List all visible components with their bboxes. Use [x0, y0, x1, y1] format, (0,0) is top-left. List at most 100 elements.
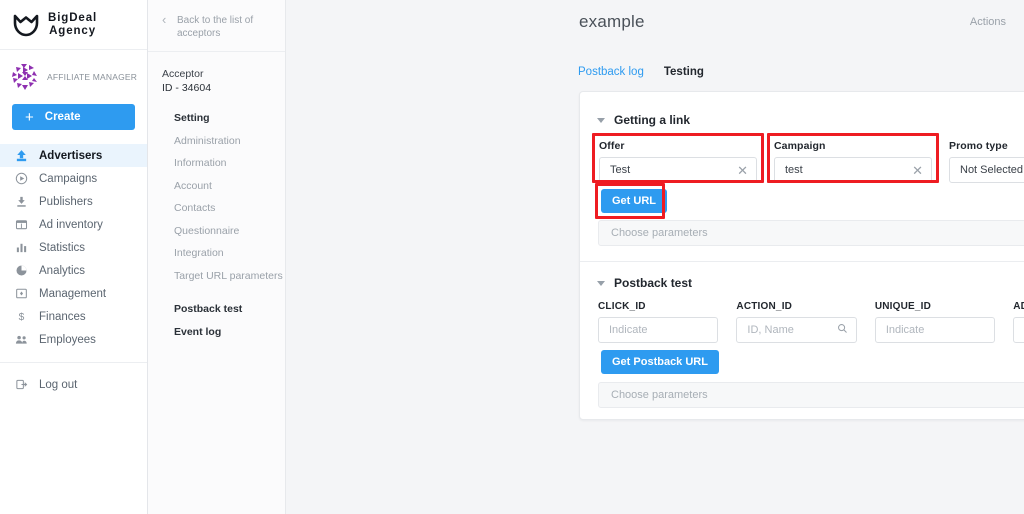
campaign-field-group: Campaign test ✕ [774, 140, 932, 183]
acceptor-id: ID - 34604 [162, 82, 212, 94]
briefcase-icon [14, 287, 28, 301]
profile-block[interactable]: AFFILIATE MANAGER [0, 50, 147, 102]
back-to-acceptors-link[interactable]: ‹ Back to the list of acceptors [148, 0, 285, 52]
sidebar-item-analytics[interactable]: Analytics [0, 259, 147, 282]
acceptor-title: Acceptor [162, 68, 204, 80]
postback-parameters-input[interactable]: Choose parameters [598, 382, 1024, 408]
sidebar-item-label: Publishers [39, 195, 93, 208]
bar-chart-icon [14, 241, 28, 255]
getting-a-link-header: Getting a link [597, 113, 690, 127]
testing-card: Getting a link Offer Test ✕ Campaign tes… [579, 91, 1024, 420]
acceptor-menu: Setting Administration Information Accou… [148, 107, 285, 343]
action-id-group: ACTION_ID ID, Name [736, 301, 857, 343]
offer-value: Test [610, 164, 631, 176]
create-button[interactable]: + Create [12, 104, 135, 130]
sidebar-item-label: Finances [39, 310, 86, 323]
main-content: example Actions Postback log Testing Get… [286, 0, 1024, 514]
logout-icon [14, 378, 28, 392]
content-tabs: Postback log Testing [578, 66, 704, 78]
sidebar-item-finances[interactable]: $ Finances [0, 305, 147, 328]
sidebar-item-label: Statistics [39, 241, 86, 254]
campaign-value: test [785, 164, 803, 176]
unique-id-group: UNIQUE_ID Indicate [874, 301, 996, 343]
sidebar-divider [0, 362, 147, 363]
tab-postback-log[interactable]: Postback log [578, 66, 644, 78]
tab-testing[interactable]: Testing [664, 66, 704, 78]
promo-type-value: Not Selected [960, 164, 1023, 176]
profile-role-label: AFFILIATE MANAGER [47, 71, 138, 82]
pie-chart-icon [14, 264, 28, 278]
getting-a-link-title: Getting a link [614, 113, 691, 127]
subnav-item-event-log[interactable]: Event log [174, 321, 285, 344]
dollar-icon: $ [14, 310, 28, 324]
sidebar-item-employees[interactable]: Employees [0, 328, 147, 351]
action-id-input[interactable]: ID, Name [736, 317, 857, 343]
click-id-input[interactable]: Indicate [598, 317, 719, 343]
promo-type-select[interactable]: Not Selected [949, 157, 1024, 183]
subnav-item-questionnaire[interactable]: Questionnaire [174, 220, 285, 243]
plus-icon: + [25, 108, 34, 126]
action-id-placeholder: ID, Name [747, 324, 794, 336]
acceptor-info: Acceptor ID - 34604 [148, 52, 285, 95]
acceptor-subnav: ‹ Back to the list of acceptors Acceptor… [148, 0, 286, 514]
subnav-item-integration[interactable]: Integration [174, 242, 285, 265]
actions-menu-link[interactable]: Actions [970, 16, 1006, 28]
subnav-item-postback-test[interactable]: Postback test [174, 298, 285, 321]
close-icon[interactable]: ✕ [737, 164, 748, 177]
create-button-label: Create [44, 111, 81, 123]
campaign-input[interactable]: test ✕ [774, 157, 932, 183]
subnav-item-administration[interactable]: Administration [174, 130, 285, 153]
campaign-label: Campaign [774, 140, 826, 152]
sidebar-nav: Advertisers Campaigns Publishers Ad inve… [0, 144, 147, 396]
offer-label: Offer [599, 140, 625, 152]
sidebar-item-advertisers[interactable]: Advertisers [0, 144, 147, 167]
action-id-label: ACTION_ID [736, 301, 793, 312]
sidebar-item-statistics[interactable]: Statistics [0, 236, 147, 259]
sidebar-item-publishers[interactable]: Publishers [0, 190, 147, 213]
click-id-group: CLICK_ID Indicate [598, 301, 719, 343]
click-id-label: CLICK_ID [598, 301, 646, 312]
app-root: BigDeal Agency AFFILIATE MANAGER + Creat… [0, 0, 1024, 514]
link-parameters-input[interactable]: Choose parameters [598, 220, 1024, 246]
collapse-caret-icon[interactable] [597, 117, 605, 123]
unique-id-input[interactable]: Indicate [874, 317, 996, 343]
brand-name: BigDeal Agency [48, 11, 98, 37]
offer-input[interactable]: Test ✕ [599, 157, 757, 183]
shield-logo-icon [13, 13, 39, 37]
advertising-cost-group: ADVERTISING_COST Indicate [1013, 301, 1024, 343]
chevron-left-icon: ‹ [162, 12, 167, 27]
advertising-cost-input[interactable]: Indicate [1013, 317, 1024, 343]
search-icon[interactable] [837, 323, 848, 337]
click-id-placeholder: Indicate [609, 324, 648, 336]
people-icon [14, 333, 28, 347]
get-url-button[interactable]: Get URL [601, 189, 667, 213]
download-icon [14, 195, 28, 209]
play-circle-icon [14, 172, 28, 186]
snowflake-avatar-icon [10, 62, 40, 92]
sidebar-item-label: Campaigns [39, 172, 98, 185]
postback-fields-row: CLICK_ID Indicate ACTION_ID ID, Name UNI… [598, 301, 1024, 343]
subnav-item-target-url-parameters[interactable]: Target URL parameters [174, 265, 285, 288]
sidebar-item-ad-inventory[interactable]: Ad inventory [0, 213, 147, 236]
subnav-item-contacts[interactable]: Contacts [174, 197, 285, 220]
postback-test-header: Postback test [597, 276, 692, 290]
left-sidebar: BigDeal Agency AFFILIATE MANAGER + Creat… [0, 0, 148, 514]
back-link-label: Back to the list of acceptors [177, 15, 254, 39]
subnav-item-account[interactable]: Account [174, 175, 285, 198]
subnav-gap [174, 287, 285, 298]
page-title: example [579, 12, 645, 31]
sidebar-item-management[interactable]: Management [0, 282, 147, 305]
sidebar-item-label: Ad inventory [39, 218, 103, 231]
sidebar-item-label: Log out [39, 378, 78, 391]
sidebar-item-campaigns[interactable]: Campaigns [0, 167, 147, 190]
promo-type-label: Promo type [949, 140, 1008, 152]
close-icon[interactable]: ✕ [912, 164, 923, 177]
subnav-item-setting[interactable]: Setting [174, 107, 285, 130]
subnav-item-information[interactable]: Information [174, 152, 285, 175]
brand-header[interactable]: BigDeal Agency [0, 0, 147, 50]
postback-test-title: Postback test [614, 276, 693, 290]
collapse-caret-icon[interactable] [597, 280, 605, 286]
sidebar-item-logout[interactable]: Log out [0, 373, 147, 396]
get-postback-url-button[interactable]: Get Postback URL [601, 350, 719, 374]
upload-icon [14, 149, 28, 163]
